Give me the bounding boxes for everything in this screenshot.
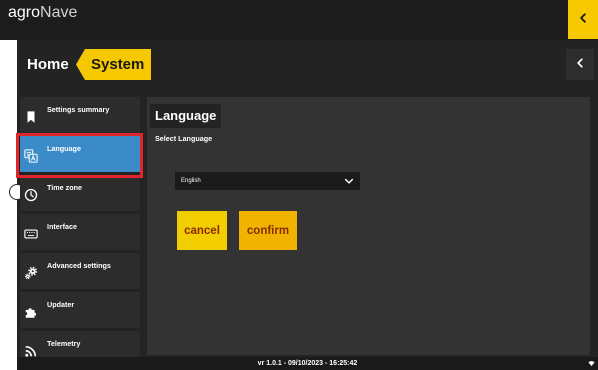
- app-logo-text: agroNave: [8, 4, 77, 22]
- rss-icon: [24, 344, 38, 357]
- sidebar-item-label: Advanced settings: [47, 261, 111, 270]
- gears-icon: [24, 266, 38, 280]
- sidebar-item-updater[interactable]: Updater: [20, 292, 140, 328]
- sidebar-item-telemetry[interactable]: Telemetry: [20, 331, 140, 357]
- confirm-button[interactable]: confirm: [239, 211, 297, 250]
- version-info: vr 1.0.1 - 09/10/2023 - 16:25:42: [257, 360, 358, 367]
- brand-primary: agro: [8, 4, 41, 21]
- language-select[interactable]: English: [175, 172, 360, 190]
- sidebar-item-label: Telemetry: [47, 339, 81, 348]
- panel-title: Language: [150, 104, 222, 128]
- cancel-button[interactable]: cancel: [177, 211, 227, 250]
- top-bar: agroNave: [0, 0, 598, 40]
- keyboard-icon: [24, 227, 38, 241]
- back-button[interactable]: [566, 49, 594, 80]
- bookmark-icon: [24, 110, 38, 124]
- clock-icon: [24, 188, 38, 202]
- sidebar-item-advanced-settings[interactable]: Advanced settings: [20, 253, 140, 289]
- select-language-label: Select Language: [155, 134, 213, 143]
- chevron-left-icon: [577, 11, 589, 29]
- sidebar-item-label: Time zone: [47, 183, 83, 192]
- sidebar-item-label: Updater: [47, 300, 75, 309]
- sidebar-item-label: Settings summary: [47, 105, 110, 114]
- sidebar-item-time-zone[interactable]: Time zone: [20, 175, 140, 211]
- breadcrumb-home[interactable]: Home: [27, 49, 69, 80]
- status-footer: vr 1.0.1 - 09/10/2023 - 16:25:42: [17, 357, 598, 370]
- selection-highlight-box: [16, 133, 143, 178]
- sidebar-item-interface[interactable]: Interface: [20, 214, 140, 250]
- signal-icon: [588, 360, 595, 367]
- chevron-down-icon: [343, 175, 355, 187]
- sidebar-item-label: Interface: [47, 222, 77, 231]
- brand-secondary: Nave: [40, 4, 78, 21]
- sidebar-item-settings-summary[interactable]: Settings summary: [20, 97, 140, 133]
- app-frame: Home System Settings summary Language Ti…: [9, 40, 598, 370]
- top-back-button[interactable]: [568, 0, 598, 39]
- language-select-value: English: [181, 178, 201, 184]
- chevron-left-icon: [574, 56, 586, 74]
- language-settings-panel: Language Select Language English cancel …: [147, 97, 590, 355]
- breadcrumb-current: System: [76, 49, 151, 80]
- puzzle-icon: [24, 305, 38, 319]
